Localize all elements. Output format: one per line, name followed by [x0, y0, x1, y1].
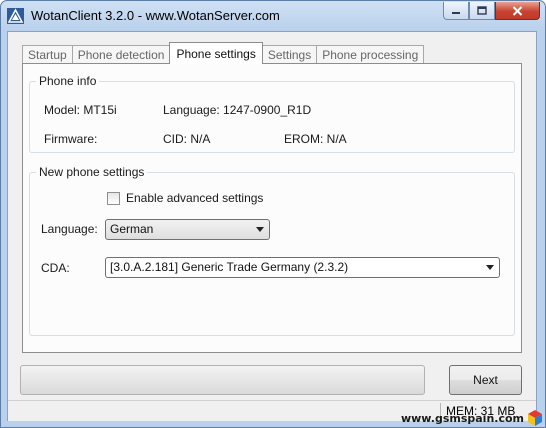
client-area: Startup Phone detection Phone settings S…	[7, 31, 537, 421]
next-button[interactable]: Next	[449, 365, 522, 395]
tab-phone-settings[interactable]: Phone settings	[169, 42, 263, 64]
language-select-value: German	[110, 222, 154, 236]
chevron-down-icon	[486, 265, 494, 270]
tab-phone-processing[interactable]: Phone processing	[316, 45, 425, 64]
advanced-settings-checkbox[interactable]	[107, 192, 120, 205]
language-select[interactable]: German	[105, 219, 270, 240]
watermark-text: www.gsmspain.com	[400, 411, 524, 425]
close-icon	[512, 5, 523, 16]
maximize-button[interactable]	[469, 2, 495, 20]
cda-select[interactable]: [3.0.A.2.181] Generic Trade Germany (2.3…	[105, 257, 500, 278]
model-label: Model: MT15i	[44, 103, 117, 117]
language-info-label: Language: 1247-0900_R1D	[163, 103, 312, 117]
advanced-settings-label[interactable]: Enable advanced settings	[126, 191, 263, 205]
phone-info-group: Phone info Model: MT15i Language: 1247-0…	[29, 74, 515, 153]
watermark: www.gsmspain.com	[401, 409, 544, 427]
tab-startup[interactable]: Startup	[22, 45, 73, 64]
tab-phone-detection[interactable]: Phone detection	[71, 45, 171, 64]
language-select-label: Language:	[41, 222, 98, 236]
erom-label: EROM: N/A	[284, 132, 347, 146]
phone-info-title: Phone info	[36, 74, 100, 88]
window-title: WotanClient 3.2.0 - www.WotanServer.com	[31, 8, 280, 23]
new-phone-settings-group: New phone settings Enable advanced setti…	[29, 165, 515, 336]
gsmspain-logo-icon	[528, 410, 542, 426]
close-button[interactable]	[495, 2, 540, 20]
app-window: WotanClient 3.2.0 - www.WotanServer.com …	[0, 0, 546, 428]
minimize-icon	[452, 11, 460, 14]
new-phone-settings-title: New phone settings	[36, 165, 148, 179]
chevron-down-icon	[256, 227, 264, 232]
firmware-label: Firmware:	[44, 132, 98, 146]
tab-settings[interactable]: Settings	[261, 45, 318, 64]
wotan-logo-icon	[7, 8, 24, 24]
maximize-icon	[477, 6, 487, 15]
cid-label: CID: N/A	[163, 132, 211, 146]
progress-bar	[20, 365, 425, 395]
minimize-button[interactable]	[443, 2, 469, 20]
caption-buttons	[443, 2, 540, 20]
cda-select-value: [3.0.A.2.181] Generic Trade Germany (2.3…	[110, 260, 349, 274]
tab-strip: Startup Phone detection Phone settings S…	[22, 42, 425, 64]
title-bar[interactable]: WotanClient 3.2.0 - www.WotanServer.com	[1, 1, 545, 31]
cda-select-label: CDA:	[41, 261, 70, 275]
phone-settings-panel: Phone info Model: MT15i Language: 1247-0…	[22, 63, 522, 353]
